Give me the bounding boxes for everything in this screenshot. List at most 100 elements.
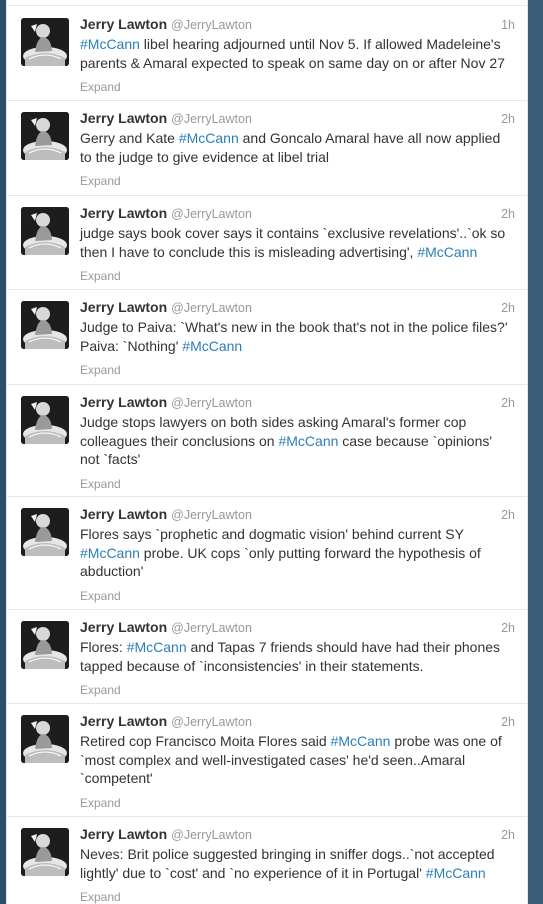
hashtag-link[interactable]: #McCann	[331, 733, 391, 749]
expand-link[interactable]: Expand	[80, 363, 121, 377]
tweet-item[interactable]: Jerry Lawton @JerryLawton 1h #McCann libel …	[7, 7, 527, 101]
author-handle[interactable]: @JerryLawton	[171, 207, 252, 221]
avatar[interactable]	[21, 207, 69, 255]
expand-link[interactable]: Expand	[80, 796, 121, 810]
tweet-text-segment: Flores says `prophetic and dogmatic visi…	[80, 526, 464, 542]
avatar-image	[21, 18, 69, 66]
author-display-name[interactable]: Jerry Lawton	[80, 16, 167, 32]
avatar[interactable]	[21, 508, 69, 556]
author-handle[interactable]: @JerryLawton	[171, 508, 252, 522]
tweet-author-name[interactable]: Jerry Lawton @JerryLawton	[80, 110, 252, 126]
author-handle[interactable]: @JerryLawton	[171, 621, 252, 635]
tweet-text-segment: Retired cop Francisco Moita Flores said	[80, 733, 331, 749]
tweet-timestamp[interactable]: 2h	[501, 621, 515, 635]
hashtag-link[interactable]: #McCann	[80, 545, 140, 561]
author-display-name[interactable]: Jerry Lawton	[80, 205, 167, 221]
tweet-timestamp[interactable]: 2h	[501, 715, 515, 729]
tweet-author-name[interactable]: Jerry Lawton @JerryLawton	[80, 299, 252, 315]
hashtag-link[interactable]: #McCann	[80, 36, 140, 52]
avatar-image	[21, 396, 69, 444]
avatar[interactable]	[21, 18, 69, 66]
tweet-text: Gerry and Kate #McCann and Goncalo Amara…	[80, 129, 515, 166]
tweet-text: Neves: Brit police suggested bringing in…	[80, 845, 515, 882]
avatar[interactable]	[21, 828, 69, 876]
hashtag-link[interactable]: #McCann	[182, 338, 242, 354]
author-display-name[interactable]: Jerry Lawton	[80, 506, 167, 522]
hashtag-link[interactable]: #McCann	[426, 865, 486, 881]
top-divider	[7, 0, 527, 6]
tweet-item[interactable]: Jerry Lawton @JerryLawton 2h Judge to Paiva…	[7, 290, 527, 385]
tweet-author-name[interactable]: Jerry Lawton @JerryLawton	[80, 826, 252, 842]
avatar-image	[21, 621, 69, 669]
tweet-author-name[interactable]: Jerry Lawton @JerryLawton	[80, 205, 252, 221]
avatar[interactable]	[21, 112, 69, 160]
hashtag-link[interactable]: #McCann	[278, 433, 338, 449]
avatar[interactable]	[21, 301, 69, 349]
author-display-name[interactable]: Jerry Lawton	[80, 619, 167, 635]
tweet-text: Flores: #McCann and Tapas 7 friends shou…	[80, 638, 515, 675]
tweet-item[interactable]: Jerry Lawton @JerryLawton 2h Neves: Brit po…	[7, 817, 527, 904]
author-handle[interactable]: @JerryLawton	[171, 396, 252, 410]
tweet-text: Judge to Paiva: `What's new in the book …	[80, 318, 515, 355]
tweet-text-segment: Flores:	[80, 639, 127, 655]
expand-link[interactable]: Expand	[80, 174, 121, 188]
author-handle[interactable]: @JerryLawton	[171, 828, 252, 842]
tweet-author-name[interactable]: Jerry Lawton @JerryLawton	[80, 619, 252, 635]
right-scroll-gutter	[528, 0, 543, 904]
expand-link[interactable]: Expand	[80, 477, 121, 491]
expand-link[interactable]: Expand	[80, 80, 121, 94]
tweet-item[interactable]: Jerry Lawton @JerryLawton 2h Flores: #McCan…	[7, 610, 527, 704]
avatar-image	[21, 828, 69, 876]
avatar[interactable]	[21, 621, 69, 669]
avatar-image	[21, 715, 69, 763]
tweet-author-name[interactable]: Jerry Lawton @JerryLawton	[80, 713, 252, 729]
tweet-text: judge says book cover says it contains `…	[80, 224, 515, 261]
tweet-author-name[interactable]: Jerry Lawton @JerryLawton	[80, 16, 252, 32]
expand-link[interactable]: Expand	[80, 269, 121, 283]
author-handle[interactable]: @JerryLawton	[171, 301, 252, 315]
author-display-name[interactable]: Jerry Lawton	[80, 826, 167, 842]
tweet-item[interactable]: Jerry Lawton @JerryLawton 2h Retired cop Fr…	[7, 704, 527, 817]
author-display-name[interactable]: Jerry Lawton	[80, 713, 167, 729]
expand-link[interactable]: Expand	[80, 589, 121, 603]
avatar-image	[21, 112, 69, 160]
author-handle[interactable]: @JerryLawton	[171, 715, 252, 729]
tweet-timestamp[interactable]: 2h	[501, 207, 515, 221]
tweet-text: #McCann libel hearing adjourned until No…	[80, 35, 515, 72]
avatar-image	[21, 508, 69, 556]
author-handle[interactable]: @JerryLawton	[171, 18, 252, 32]
avatar[interactable]	[21, 396, 69, 444]
tweet-text: Flores says `prophetic and dogmatic visi…	[80, 525, 515, 581]
tweet-text-segment: libel hearing adjourned until Nov 5. If …	[80, 36, 505, 71]
author-handle[interactable]: @JerryLawton	[171, 112, 252, 126]
avatar-image	[21, 207, 69, 255]
tweet-text: Retired cop Francisco Moita Flores said …	[80, 732, 515, 788]
tweet-stream: Jerry Lawton @JerryLawton 1h #McCann libel …	[6, 0, 528, 904]
expand-link[interactable]: Expand	[80, 683, 121, 697]
tweet-item[interactable]: Jerry Lawton @JerryLawton 2h Judge stops la…	[7, 385, 527, 497]
expand-link[interactable]: Expand	[80, 890, 121, 904]
tweet-author-name[interactable]: Jerry Lawton @JerryLawton	[80, 394, 252, 410]
tweet-timestamp[interactable]: 2h	[501, 396, 515, 410]
tweet-timestamp[interactable]: 2h	[501, 508, 515, 522]
tweet-timestamp[interactable]: 2h	[501, 112, 515, 126]
tweet-author-name[interactable]: Jerry Lawton @JerryLawton	[80, 506, 252, 522]
tweet-text: Judge stops lawyers on both sides asking…	[80, 413, 515, 469]
tweet-item[interactable]: Jerry Lawton @JerryLawton 2h judge says boo…	[7, 196, 527, 290]
tweet-timestamp[interactable]: 2h	[501, 828, 515, 842]
author-display-name[interactable]: Jerry Lawton	[80, 299, 167, 315]
hashtag-link[interactable]: #McCann	[417, 244, 477, 260]
tweet-item[interactable]: Jerry Lawton @JerryLawton 2h Gerry and Kate…	[7, 101, 527, 196]
avatar[interactable]	[21, 715, 69, 763]
tweet-timestamp[interactable]: 1h	[501, 18, 515, 32]
tweet-text-segment: probe. UK cops `only putting forward the…	[80, 544, 481, 580]
tweet-text-segment: Judge to Paiva: `What's new in the book …	[80, 319, 508, 354]
tweet-text-segment: Gerry and Kate	[80, 130, 179, 146]
hashtag-link[interactable]: #McCann	[127, 639, 187, 655]
author-display-name[interactable]: Jerry Lawton	[80, 110, 167, 126]
tweet-item[interactable]: Jerry Lawton @JerryLawton 2h Flores says `p…	[7, 497, 527, 610]
tweet-timestamp[interactable]: 2h	[501, 301, 515, 315]
author-display-name[interactable]: Jerry Lawton	[80, 394, 167, 410]
hashtag-link[interactable]: #McCann	[179, 130, 239, 146]
avatar-image	[21, 301, 69, 349]
